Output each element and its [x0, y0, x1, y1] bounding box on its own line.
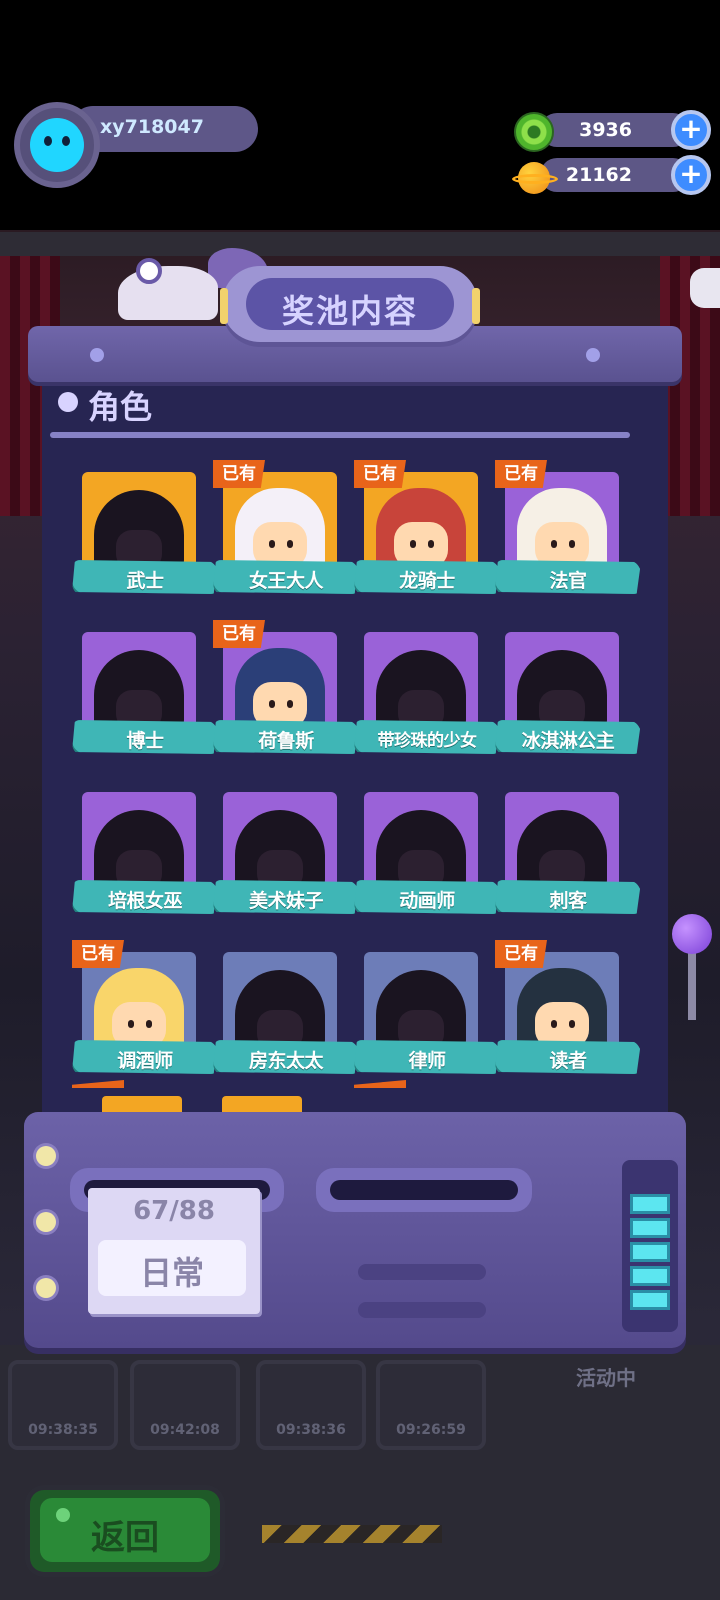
- character-card[interactable]: 培根女巫: [72, 792, 218, 922]
- owned-badge: 已有: [213, 460, 265, 488]
- character-card[interactable]: 博士: [72, 632, 218, 762]
- planet-coin-icon: [512, 160, 558, 196]
- background-timer: 09:42:08: [150, 1422, 220, 1438]
- currency-pill-green: 3936: [540, 113, 690, 147]
- character-card[interactable]: 带珍珠的少女: [354, 632, 500, 762]
- character-name: 读者: [549, 1050, 587, 1072]
- character-name: 武士: [126, 570, 164, 592]
- event-label: 活动中: [576, 1366, 636, 1390]
- page-title: 奖池内容: [281, 292, 418, 330]
- character-card[interactable]: 动画师: [354, 792, 500, 922]
- character-name: 律师: [408, 1050, 446, 1072]
- machine-gauge: [622, 1160, 678, 1332]
- character-card[interactable]: 房东太太: [213, 952, 359, 1082]
- machine-vent: [358, 1264, 486, 1280]
- background-timer: 09:38:36: [276, 1422, 346, 1438]
- player-avatar[interactable]: [14, 102, 100, 188]
- add-planet-currency-button[interactable]: +: [671, 155, 711, 195]
- character-card[interactable]: 读者 已有: [495, 940, 641, 1082]
- machine-vent: [358, 1302, 486, 1318]
- character-name: 培根女巫: [107, 890, 183, 912]
- character-name: 冰淇淋公主: [521, 730, 615, 752]
- green-currency-value: 3936: [579, 119, 632, 141]
- machine-bolt: [36, 1212, 56, 1232]
- side-tab-button[interactable]: [690, 268, 720, 308]
- character-card[interactable]: 女王大人 已有: [213, 460, 359, 602]
- currency-pill-planet: 21162: [540, 158, 690, 192]
- background-stripe: [0, 232, 720, 256]
- character-name: 调酒师: [117, 1050, 173, 1072]
- background-timer-card: 09:42:08: [130, 1360, 240, 1450]
- background-timer-card: 09:38:35: [8, 1360, 118, 1450]
- character-name: 美术妹子: [248, 890, 324, 912]
- background-timer: 09:38:35: [28, 1422, 98, 1438]
- background-timer: 09:26:59: [396, 1422, 466, 1438]
- machine-bolt: [36, 1146, 56, 1166]
- collection-note: 67/88 日常: [88, 1188, 260, 1314]
- character-card[interactable]: 龙骑士 已有: [354, 460, 500, 602]
- owned-badge: 已有: [354, 460, 406, 488]
- section-title: 角色: [88, 388, 153, 426]
- character-card[interactable]: 调酒师 已有: [72, 940, 218, 1082]
- title-plaque: 奖池内容: [220, 266, 480, 342]
- section-divider: [50, 432, 630, 438]
- panel-rivet: [90, 348, 104, 362]
- character-name: 女王大人: [248, 570, 324, 592]
- character-card[interactable]: 荷鲁斯 已有: [213, 620, 359, 762]
- character-card[interactable]: 法官 已有: [495, 460, 641, 602]
- coin-slot: [316, 1168, 532, 1212]
- character-name: 博士: [126, 730, 164, 752]
- username: xy718047: [100, 116, 204, 138]
- character-name: 房东太太: [248, 1050, 324, 1072]
- owned-badge: 已有: [495, 460, 547, 488]
- character-card[interactable]: 美术妹子: [213, 792, 359, 922]
- collection-count: 67/88: [133, 1196, 215, 1226]
- character-name: 法官: [549, 570, 587, 592]
- character-card[interactable]: 武士: [72, 472, 218, 602]
- green-donut-coin-icon: [514, 112, 554, 152]
- back-button[interactable]: 返回: [30, 1490, 220, 1572]
- back-button-label: 返回: [91, 1518, 159, 1558]
- owned-badge: 已有: [213, 620, 265, 648]
- character-card[interactable]: 刺客: [495, 792, 641, 922]
- character-name: 荷鲁斯: [258, 730, 314, 752]
- add-green-currency-button[interactable]: +: [671, 110, 711, 150]
- background-timer-card: 09:38:36: [256, 1360, 366, 1450]
- cat-avatar-icon: [30, 118, 84, 172]
- owned-badge: 已有: [495, 940, 547, 968]
- character-name: 刺客: [549, 890, 587, 912]
- planet-currency-value: 21162: [565, 164, 632, 186]
- pool-type-label: 日常: [139, 1254, 204, 1292]
- section-bullet: [58, 392, 78, 412]
- panel-rivet: [586, 348, 600, 362]
- character-name: 动画师: [399, 890, 455, 912]
- character-name: 带珍珠的少女: [377, 731, 478, 751]
- background-timer-card: 09:26:59: [376, 1360, 486, 1450]
- character-name: 龙骑士: [399, 570, 455, 592]
- machine-bolt: [36, 1278, 56, 1298]
- lever-knob[interactable]: [672, 914, 712, 954]
- character-card[interactable]: 冰淇淋公主: [495, 632, 641, 762]
- character-card[interactable]: 律师: [354, 952, 500, 1082]
- owned-badge: 已有: [72, 940, 124, 968]
- hazard-stripe: [262, 1525, 442, 1543]
